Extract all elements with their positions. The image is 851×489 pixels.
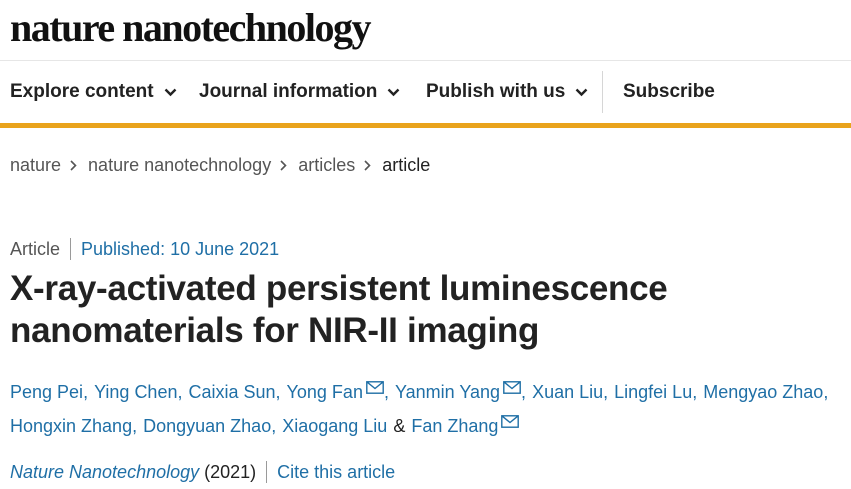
author-link[interactable]: Yanmin Yang bbox=[395, 375, 500, 409]
author-line: Hongxin Zhang, Dongyuan Zhao, Xiaogang L… bbox=[10, 409, 845, 443]
mail-icon[interactable] bbox=[501, 405, 520, 439]
nav-item-label: Publish with us bbox=[426, 81, 566, 102]
author-separator: , bbox=[603, 382, 609, 402]
author-separator: , bbox=[271, 416, 277, 436]
breadcrumb-nature-nanotechnology[interactable]: nature nanotechnology bbox=[88, 155, 271, 176]
author-link[interactable]: Ying Chen bbox=[94, 375, 177, 409]
author-link[interactable]: Lingfei Lu bbox=[614, 375, 692, 409]
breadcrumb-nature[interactable]: nature bbox=[10, 155, 61, 176]
nav-explore-content[interactable]: Explore content bbox=[10, 80, 177, 104]
author-link[interactable]: Xuan Liu bbox=[532, 375, 603, 409]
author-separator: , bbox=[177, 382, 183, 402]
breadcrumb-articles[interactable]: articles bbox=[298, 155, 355, 176]
author-separator: , bbox=[383, 382, 389, 402]
nav-item-label: Explore content bbox=[10, 81, 154, 102]
author-link[interactable]: Yong Fan bbox=[287, 375, 363, 409]
author-separator: , bbox=[275, 382, 281, 402]
accent-rule bbox=[0, 123, 851, 128]
mail-icon[interactable] bbox=[366, 371, 384, 405]
subscribe-link[interactable]: Subscribe bbox=[623, 80, 715, 104]
nav-divider bbox=[602, 71, 603, 113]
author-link[interactable]: Xiaogang Liu bbox=[282, 409, 387, 443]
author-link[interactable]: Fan Zhang bbox=[411, 409, 498, 443]
site-logo[interactable]: nature nanotechnology bbox=[10, 4, 372, 51]
chevron-right-icon bbox=[70, 159, 77, 171]
article-title-line: X-ray-activated persistent luminescence bbox=[10, 269, 668, 308]
author-separator: , bbox=[132, 416, 138, 436]
nav-publish-with-us[interactable]: Publish with us bbox=[426, 80, 588, 104]
author-link[interactable]: Dongyuan Zhao bbox=[143, 409, 271, 443]
main-nav: Explore content Journal information Publ… bbox=[0, 61, 851, 123]
cite-this-article-link[interactable]: Cite this article bbox=[277, 462, 395, 483]
journal-name[interactable]: Nature Nanotechnology bbox=[10, 462, 199, 483]
author-separator: , bbox=[692, 382, 698, 402]
chevron-down-icon bbox=[164, 81, 177, 103]
meta-divider bbox=[266, 461, 268, 483]
chevron-right-icon bbox=[280, 159, 287, 171]
author-list: Peng Pei, Ying Chen, Caixia Sun, Yong Fa… bbox=[10, 375, 845, 443]
article-title-line: nanomaterials for NIR-II imaging bbox=[10, 311, 540, 350]
author-separator: , bbox=[521, 382, 527, 402]
author-separator: , bbox=[823, 382, 829, 402]
published-date: Published: 10 June 2021 bbox=[81, 238, 280, 259]
breadcrumb-current: article bbox=[382, 154, 431, 175]
breadcrumb: nature nature nanotechnology articles ar… bbox=[10, 153, 430, 177]
mail-icon[interactable] bbox=[503, 371, 521, 405]
article-meta: Article Published: 10 June 2021 bbox=[10, 237, 279, 261]
citation-row: Nature Nanotechnology (2021) Cite this a… bbox=[10, 460, 395, 484]
publication-year: (2021) bbox=[204, 461, 257, 482]
author-link[interactable]: Peng Pei bbox=[10, 375, 83, 409]
meta-divider bbox=[70, 238, 72, 260]
nav-item-label: Journal information bbox=[199, 81, 378, 102]
author-conjunction: & bbox=[393, 416, 406, 436]
chevron-down-icon bbox=[387, 81, 400, 103]
article-title: X-ray-activated persistent luminescence … bbox=[10, 268, 840, 352]
site-header: nature nanotechnology bbox=[0, 0, 851, 61]
author-link[interactable]: Mengyao Zhao bbox=[703, 375, 823, 409]
chevron-right-icon bbox=[364, 159, 371, 171]
author-link[interactable]: Caixia Sun bbox=[188, 375, 275, 409]
author-link[interactable]: Hongxin Zhang bbox=[10, 409, 132, 443]
chevron-down-icon bbox=[575, 81, 588, 103]
nav-journal-information[interactable]: Journal information bbox=[199, 80, 400, 104]
article-type: Article bbox=[10, 238, 61, 259]
author-line: Peng Pei, Ying Chen, Caixia Sun, Yong Fa… bbox=[10, 375, 845, 409]
author-separator: , bbox=[83, 382, 89, 402]
